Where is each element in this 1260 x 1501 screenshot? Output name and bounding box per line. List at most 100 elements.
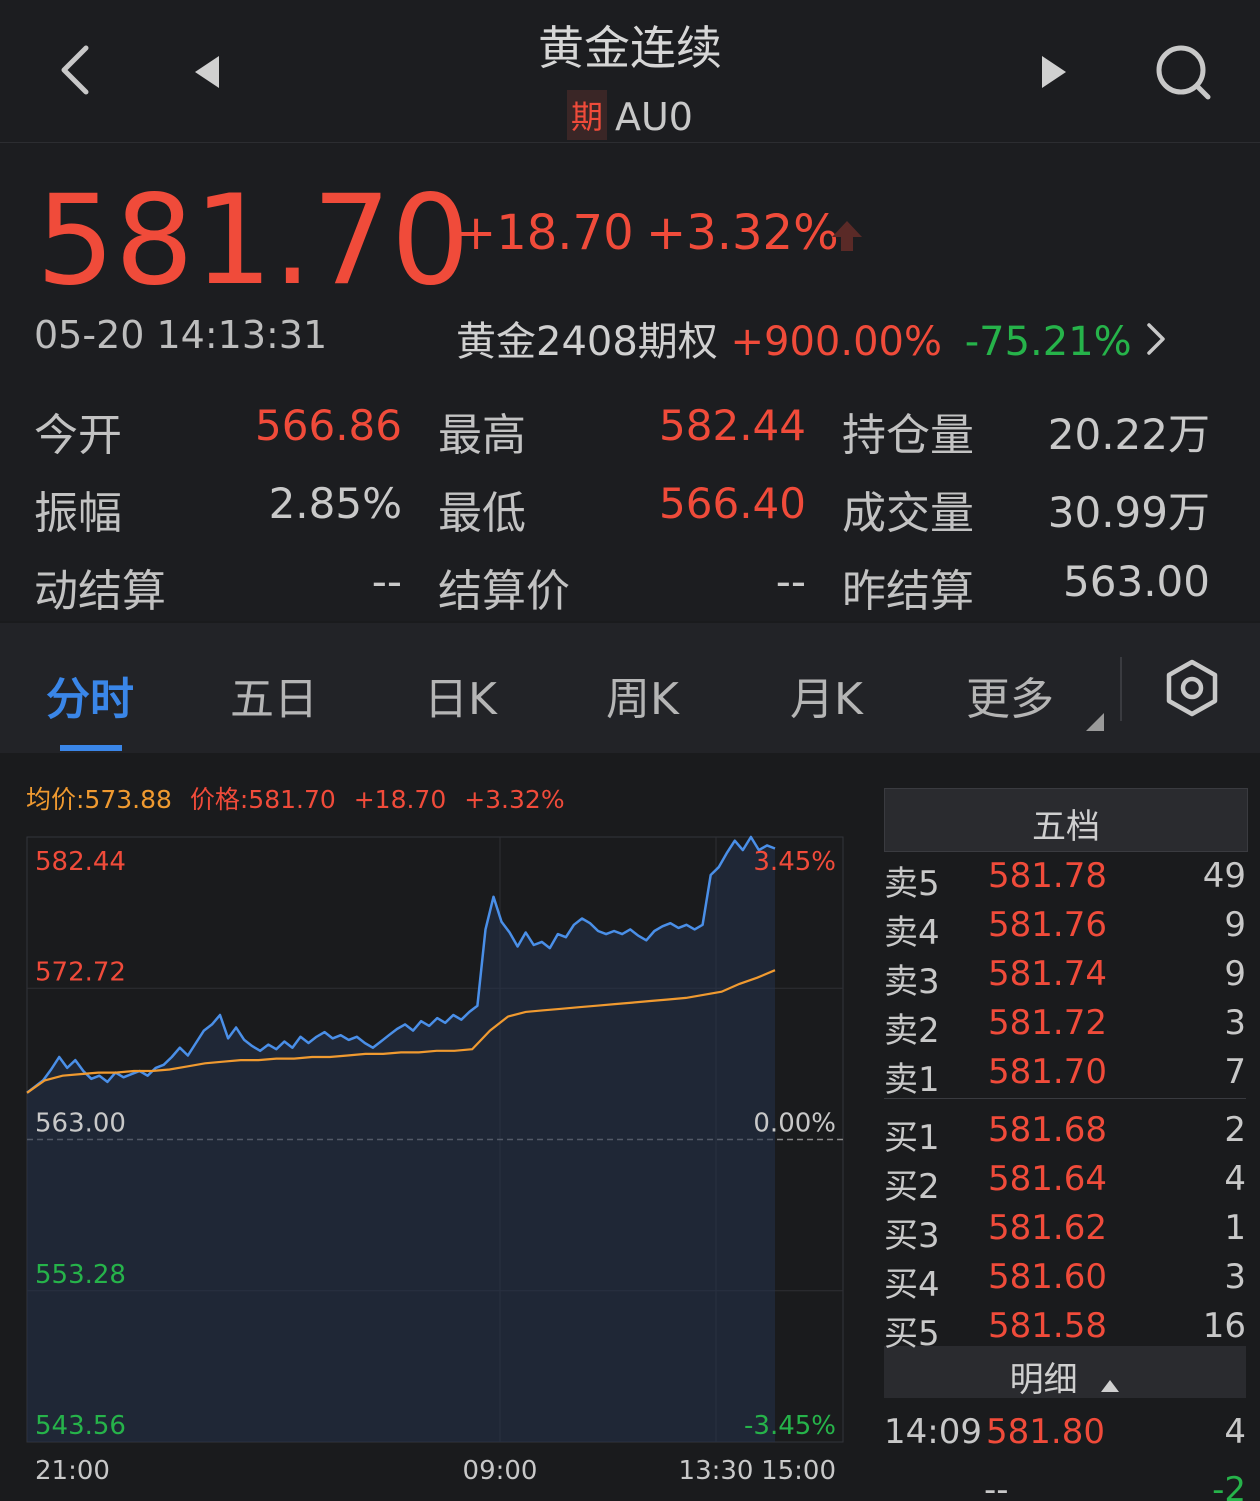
- y-axis-pct-label: 3.45%: [753, 847, 836, 877]
- price-area: [27, 837, 775, 1442]
- y-axis-label: 543.56: [35, 1411, 126, 1441]
- level-label: 买3: [884, 1216, 940, 1256]
- order-book-row: 卖4 581.76 9: [884, 901, 1246, 953]
- x-axis-label: 13:30: [679, 1456, 754, 1486]
- x-axis-label: 21:00: [35, 1456, 110, 1486]
- order-book-row: 买5 581.58 16: [884, 1302, 1246, 1354]
- page-title: 黄金连续: [538, 21, 722, 75]
- trade-price: 581.80: [986, 1412, 1105, 1452]
- detail-title: 明细: [1009, 1360, 1078, 1400]
- stat-label: 持仓量: [842, 410, 974, 461]
- tab-item[interactable]: 分时: [46, 663, 134, 727]
- arrow-up-icon: [830, 219, 864, 257]
- dropdown-corner-icon: [1086, 713, 1104, 735]
- order-book-row: 卖5 581.78 49: [884, 852, 1246, 904]
- order-book-title: 五档: [1032, 807, 1100, 847]
- stat-value: 566.86: [255, 401, 402, 450]
- option-link[interactable]: 黄金2408期权 +900.00% -75.21%: [456, 309, 1168, 367]
- stat-label: 最高: [438, 410, 526, 461]
- level-qty: 49: [1202, 856, 1246, 896]
- stat-value: --: [371, 557, 402, 606]
- level-qty: 3: [1224, 1257, 1246, 1297]
- trade-row-partial: -- -2: [884, 1466, 1246, 1501]
- chart-area: 均价:573.88 价格:581.70 +18.70 +3.32% 582.44…: [0, 754, 1260, 1501]
- level-label: 卖1: [884, 1060, 940, 1100]
- option-up: +900.00%: [730, 319, 942, 365]
- stat-label: 昨结算: [842, 566, 974, 617]
- y-axis-label: 572.72: [35, 957, 126, 987]
- search-icon[interactable]: [1154, 44, 1212, 104]
- instrument-code: 期 AU0: [0, 90, 1260, 140]
- tab-item[interactable]: 日K: [424, 663, 497, 727]
- level-label: 卖5: [884, 864, 940, 904]
- level-price: 581.76: [988, 905, 1107, 945]
- level-qty: 9: [1224, 905, 1246, 945]
- stat-value: 582.44: [659, 401, 806, 450]
- stat-value: 2.85%: [268, 479, 402, 528]
- level-qty: 1: [1224, 1208, 1246, 1248]
- order-book-row: 买2 581.64 4: [884, 1155, 1246, 1207]
- triangle-right-icon[interactable]: [1040, 54, 1068, 94]
- tab-item[interactable]: 五日: [230, 663, 318, 727]
- trade-qty: -2: [1212, 1470, 1246, 1501]
- option-down: -75.21%: [964, 319, 1132, 365]
- level-price: 581.60: [988, 1257, 1107, 1297]
- level-qty: 2: [1224, 1110, 1246, 1150]
- stat-value: 30.99万: [1047, 488, 1210, 537]
- stat-label: 动结算: [34, 566, 166, 617]
- futures-badge: 期: [566, 90, 607, 140]
- level-qty: 16: [1202, 1306, 1246, 1346]
- y-axis-pct-label: 0.00%: [753, 1109, 836, 1139]
- chevron-right-icon: [1144, 321, 1168, 367]
- level-label: 买1: [884, 1118, 940, 1158]
- stat-label: 最低: [438, 488, 526, 539]
- level-price: 581.64: [988, 1159, 1107, 1199]
- tab-item[interactable]: 月K: [790, 663, 863, 727]
- level-label: 买4: [884, 1265, 940, 1305]
- option-name: 黄金2408期权: [456, 319, 718, 365]
- level-price: 581.72: [988, 1003, 1107, 1043]
- tab-active-indicator: [60, 745, 122, 751]
- chart-tabs: 分时 五日 日K 周K 月K 更多: [0, 623, 1260, 753]
- stat-label: 今开: [34, 410, 122, 461]
- level-qty: 3: [1224, 1003, 1246, 1043]
- caret-up-icon: [1100, 1362, 1120, 1402]
- trade-row: 14:09 581.80 4: [884, 1408, 1246, 1457]
- stat-value: 566.40: [659, 479, 806, 528]
- trade-time: --: [984, 1470, 1009, 1501]
- stat-label: 成交量: [842, 488, 974, 539]
- x-axis-label: 15:00: [761, 1456, 836, 1486]
- intraday-chart[interactable]: 582.44 572.72 563.00 553.28 543.56 3.45% 0.00%…: [0, 754, 860, 1501]
- order-book-row: 卖1 581.70 7: [884, 1048, 1246, 1100]
- y-axis-pct-label: -3.45%: [744, 1411, 836, 1441]
- stat-value: 563.00: [1063, 557, 1210, 606]
- tab-item[interactable]: 周K: [606, 663, 679, 727]
- order-book-row: 买4 581.60 3: [884, 1253, 1246, 1305]
- hexagon-settings-icon[interactable]: [1164, 659, 1220, 721]
- level-label: 卖2: [884, 1011, 940, 1051]
- tab-item[interactable]: 更多: [966, 663, 1054, 727]
- stat-label: 结算价: [438, 566, 570, 617]
- level-qty: 4: [1224, 1159, 1246, 1199]
- order-book-header: 五档: [884, 788, 1248, 852]
- level-price: 581.70: [988, 1052, 1107, 1092]
- header-bar: 黄金连续 期 AU0: [0, 0, 1260, 143]
- order-book-row: 买3 581.62 1: [884, 1204, 1246, 1256]
- level-label: 买5: [884, 1314, 940, 1354]
- quote-panel: 581.70 +18.70 +3.32% 05-20 14:13:31 黄金24…: [0, 143, 1260, 621]
- code-text: AU0: [615, 95, 693, 139]
- y-axis-label: 582.44: [35, 847, 126, 877]
- level-price: 581.62: [988, 1208, 1107, 1248]
- level-label: 买2: [884, 1167, 940, 1207]
- y-axis-label: 553.28: [35, 1260, 126, 1290]
- level-price: 581.58: [988, 1306, 1107, 1346]
- order-book-row: 卖3 581.74 9: [884, 950, 1246, 1002]
- stat-label: 振幅: [34, 488, 122, 539]
- tab-divider: [1120, 657, 1122, 721]
- level-price: 581.68: [988, 1110, 1107, 1150]
- level-price: 581.78: [988, 856, 1107, 896]
- level-label: 卖4: [884, 913, 940, 953]
- level-price: 581.74: [988, 954, 1107, 994]
- level-qty: 7: [1224, 1052, 1246, 1092]
- x-axis-label: 09:00: [463, 1456, 538, 1486]
